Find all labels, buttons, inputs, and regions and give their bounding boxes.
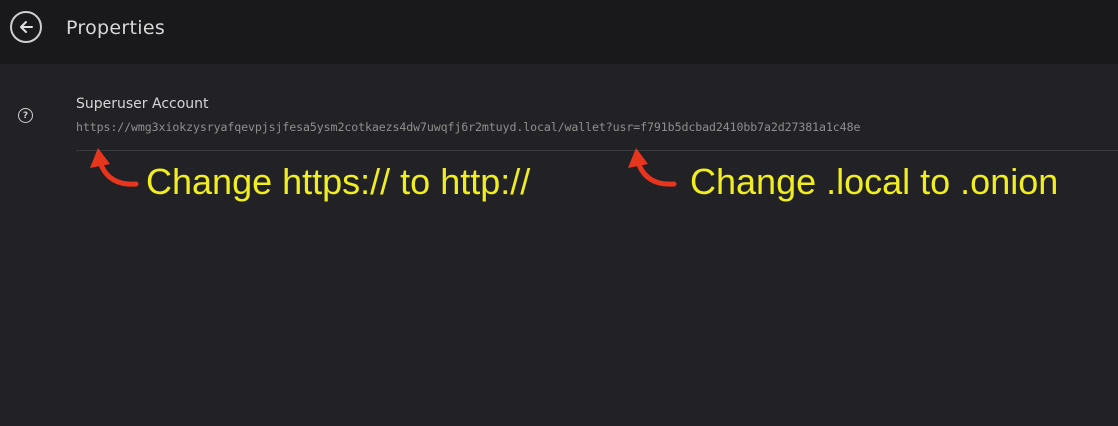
annotation-arrow-1: [90, 148, 139, 187]
annotation-text-2: Change .local to .onion: [690, 161, 1059, 202]
page-title: Properties: [66, 17, 166, 39]
annotation-arrow-2: [628, 148, 677, 187]
divider: [76, 150, 1118, 151]
property-url[interactable]: https://wmg3xiokzysryafqevpjsjfesa5ysm2c…: [76, 120, 860, 134]
arrow-left-icon: [20, 21, 33, 33]
annotation-text-1: Change https:// to http://: [146, 161, 531, 202]
back-button[interactable]: [10, 11, 42, 43]
help-circle-icon: ?: [18, 108, 33, 123]
top-bar: Properties: [0, 0, 1118, 64]
property-title: Superuser Account: [76, 96, 209, 112]
